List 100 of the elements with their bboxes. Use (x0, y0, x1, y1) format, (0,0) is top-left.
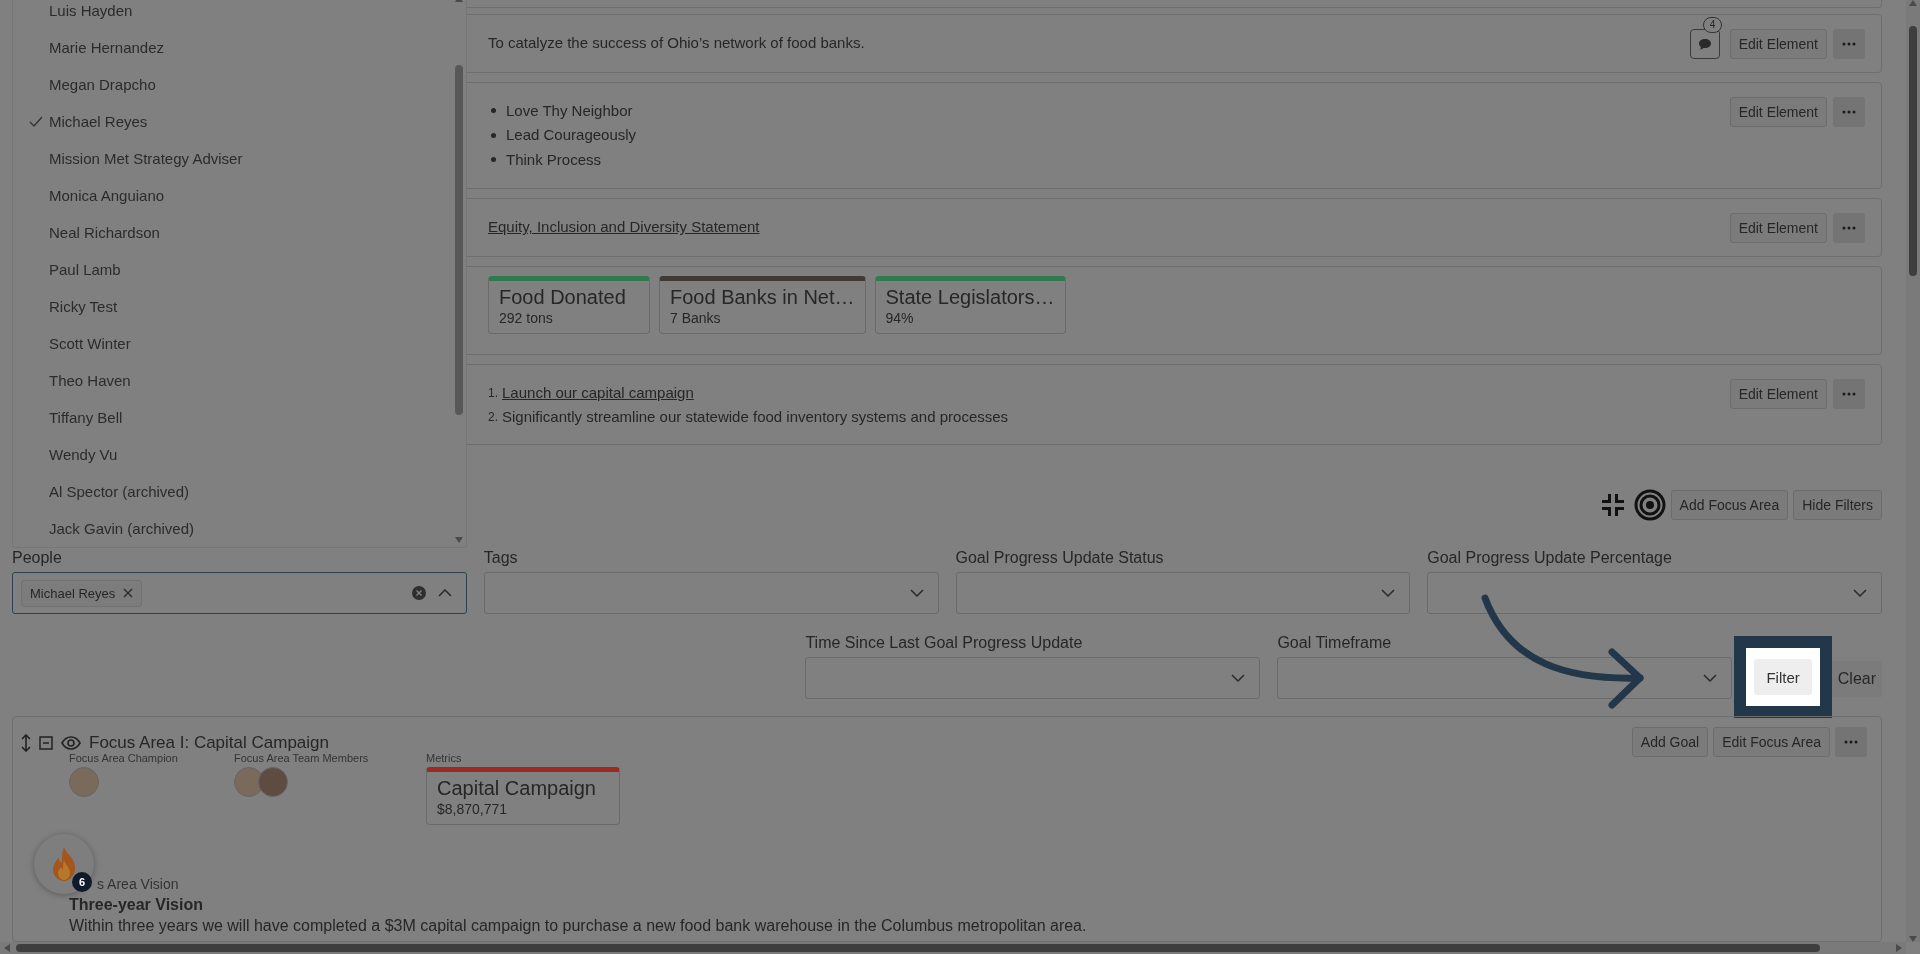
chevron-down-icon (1231, 674, 1246, 683)
notification-count: 6 (72, 872, 92, 892)
metric-title: Capital Campaign (437, 776, 597, 801)
dropdown-option[interactable]: Scott Winter (13, 325, 452, 363)
people-select[interactable]: Michael Reyes (12, 572, 467, 615)
speech-bubble-icon (1697, 37, 1712, 51)
avatar (258, 767, 288, 798)
filter-button[interactable]: Filter (1754, 659, 1812, 696)
notification-button[interactable]: 6 (34, 834, 94, 894)
filter-label: Goal Progress Update Percentage (1427, 548, 1673, 569)
ellipsis-icon (1844, 740, 1858, 745)
ellipsis-icon (1842, 109, 1856, 114)
more-button[interactable] (1833, 378, 1865, 409)
edit-element-button[interactable]: Edit Element (1729, 213, 1827, 244)
dropdown-option[interactable]: Theo Haven (13, 362, 452, 400)
statement-link[interactable]: Equity, Inclusion and Diversity Statement (488, 218, 760, 236)
scrollbar-thumb[interactable] (16, 944, 1820, 952)
dropdown-option[interactable]: Wendy Vu (13, 436, 452, 474)
filter-label: People (12, 548, 63, 569)
scrollbar-thumb[interactable] (454, 64, 463, 415)
focus-area-button[interactable]: Edit Focus Area (1713, 727, 1830, 758)
dropdown-field[interactable] (955, 572, 1411, 615)
more-button[interactable] (1833, 29, 1865, 60)
dropdown-field[interactable] (1277, 657, 1733, 700)
edit-element-button[interactable]: Edit Element (1729, 29, 1827, 60)
remove-icon[interactable] (123, 588, 134, 599)
collapse-toggle-icon[interactable] (39, 736, 53, 751)
clear-button[interactable]: Clear (1831, 661, 1882, 698)
scrollbar-thumb[interactable] (1909, 26, 1917, 276)
ellipsis-icon (1842, 42, 1856, 47)
vision-text: Within three years we will have completed a $3M capital campaign to purchase a new food bank warehouse in the Columbus metropolitan area. (69, 916, 1087, 936)
filter-label: Goal Progress Update Status (955, 548, 1165, 569)
list-item: Think Process (506, 149, 602, 170)
dropdown-option[interactable]: Ricky Test (13, 288, 452, 326)
chevron-down-icon (1853, 589, 1867, 598)
priority-link[interactable]: Launch our capital campaign (502, 380, 694, 406)
metric-value: $8,870,771 (437, 800, 509, 819)
dropdown-option[interactable]: Monica Anguiano (13, 177, 452, 215)
list-number: 1. (488, 384, 498, 402)
metric-card[interactable]: Capital Campaign $8,870,771 (426, 767, 620, 826)
list-item: Significantly streamline our statewide food inventory systems and processes (502, 407, 1009, 428)
field-label: Focus Area Champion (69, 751, 179, 766)
metric-card[interactable]: State Legislators… 94% (874, 275, 1066, 334)
metric-value: 94% (885, 308, 915, 327)
drag-handle-icon[interactable] (21, 734, 31, 753)
target-icon[interactable] (1633, 489, 1666, 522)
toolbar-button[interactable]: Hide Filters (1793, 490, 1882, 521)
ellipsis-icon (1842, 391, 1856, 396)
scroll-right-icon[interactable] (1896, 944, 1902, 952)
list-item: Lead Courageously (506, 125, 637, 146)
chevron-down-icon (909, 589, 924, 598)
metric-title: Food Donated (499, 284, 627, 309)
field-label: Metrics (426, 751, 463, 766)
edit-element-button[interactable]: Edit Element (1729, 96, 1827, 127)
scroll-up-icon[interactable] (1909, 0, 1917, 6)
chevron-down-icon (1381, 589, 1396, 598)
scroll-down-icon[interactable] (454, 537, 463, 544)
more-button[interactable] (1835, 727, 1867, 758)
dropdown-option[interactable]: Marie Hernandez (13, 29, 452, 67)
dropdown-option[interactable]: Neal Richardson (13, 214, 452, 252)
dropdown-option[interactable]: Al Spector (archived) (13, 473, 452, 511)
dropdown-option[interactable]: Jack Gavin (archived) (13, 510, 452, 548)
dropdown-field[interactable] (805, 657, 1261, 700)
metric-value: 7 Banks (670, 308, 722, 327)
chevron-down-icon (1703, 674, 1718, 683)
comment-count: 4 (1702, 17, 1723, 34)
metric-value: 292 tons (499, 308, 554, 327)
focus-area-button[interactable]: Add Goal (1631, 727, 1709, 758)
metric-title: State Legislators… (885, 284, 1055, 309)
metric-title: Food Banks in Net… (670, 284, 855, 309)
avatar (69, 767, 99, 798)
dropdown-option[interactable]: Tiffany Bell (13, 399, 452, 437)
dropdown-option[interactable]: Michael Reyes (13, 103, 452, 141)
filter-label: Goal Timeframe (1277, 633, 1393, 654)
list-item: Love Thy Neighbor (506, 100, 633, 121)
bullet-icon (491, 157, 496, 163)
bullet-icon (491, 108, 496, 114)
dropdown-field[interactable] (483, 572, 939, 615)
chip-label: Michael Reyes (30, 585, 116, 601)
edit-element-button[interactable]: Edit Element (1729, 378, 1827, 409)
more-button[interactable] (1833, 96, 1865, 127)
vision-title: Three-year Vision (69, 896, 203, 915)
clear-icon[interactable] (411, 586, 426, 601)
dropdown-option[interactable]: Megan Drapcho (13, 66, 452, 104)
scroll-left-icon[interactable] (4, 944, 10, 952)
toolbar-button[interactable]: Add Focus Area (1670, 490, 1789, 521)
eye-icon[interactable] (61, 736, 81, 751)
chevron-up-icon[interactable] (437, 589, 452, 598)
metric-card[interactable]: Food Donated 292 tons (488, 275, 650, 334)
metric-card[interactable]: Food Banks in Net… 7 Banks (659, 275, 866, 334)
dropdown-option[interactable]: Mission Met Strategy Adviser (13, 140, 452, 178)
more-button[interactable] (1833, 213, 1865, 244)
dropdown-field[interactable] (1427, 572, 1882, 615)
field-label: s Area Vision (97, 876, 179, 894)
scroll-down-icon[interactable] (1909, 936, 1917, 942)
filter-label: Tags (483, 548, 519, 569)
dropdown-option[interactable]: Luis Hayden (13, 0, 452, 30)
section-text: To catalyze the success of Ohio’s network of food banks. (488, 33, 866, 54)
bullet-icon (491, 132, 496, 138)
dropdown-option[interactable]: Paul Lamb (13, 251, 452, 289)
